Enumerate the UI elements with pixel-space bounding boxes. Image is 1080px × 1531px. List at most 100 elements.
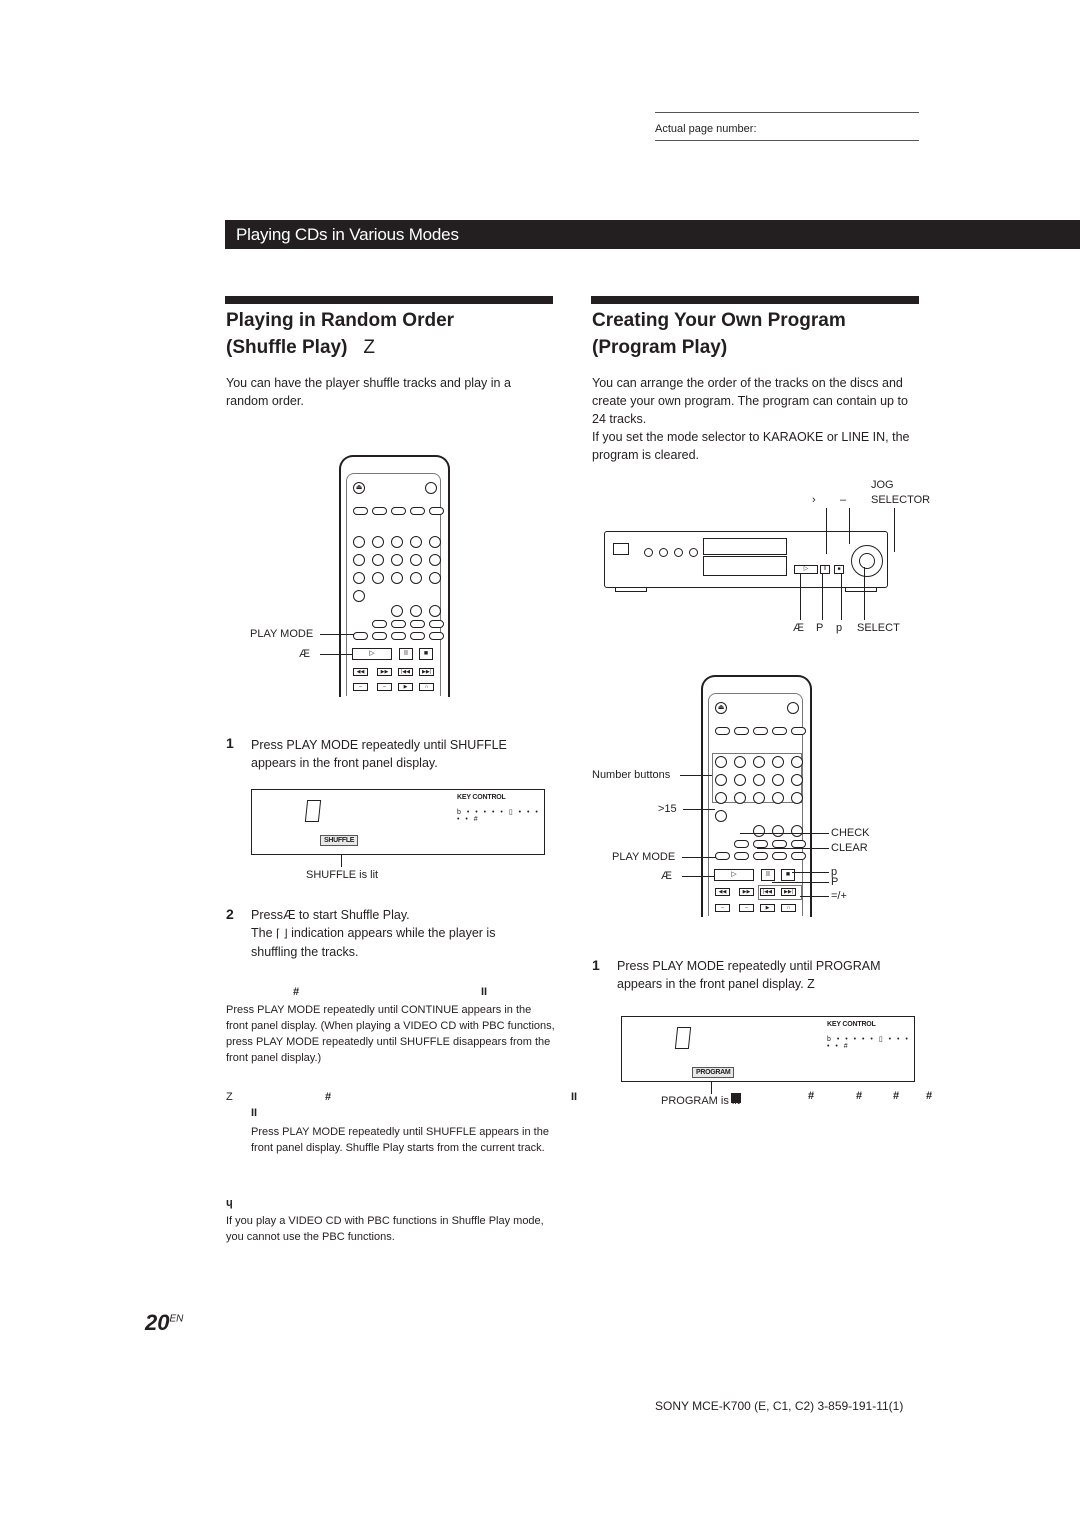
player-stop-label: p (836, 622, 843, 634)
pause-leader (772, 882, 829, 883)
remote-number-button-icon (410, 554, 422, 566)
note-icon: ɥ (226, 1197, 233, 1209)
right-intro2: If you set the mode selector to KARAOKE … (592, 430, 910, 462)
remote-prev-icon: |◀◀ (398, 668, 413, 676)
right-front-panel-display: KEY CONTROL b • • • • • ▯ • • • • • # PR… (621, 1016, 915, 1082)
left-remote-play-label: Æ (299, 648, 310, 660)
remote-oval-button-icon (372, 632, 387, 640)
remote-ff-icon: ▶▶ (377, 668, 392, 676)
remote-oval-button-icon (772, 840, 787, 848)
player-pause-label: P (816, 622, 824, 634)
remote-oval-button-icon (372, 620, 387, 628)
tip1-symbol-a: # (293, 986, 300, 998)
play-mode-button-icon (353, 632, 368, 640)
gt15-leader (683, 809, 715, 810)
remote-btn-c-icon: ▶ (398, 683, 413, 691)
left-heading-rule (225, 296, 553, 304)
key-control-scale: b • • • • • ▯ • • • • • # (457, 809, 540, 823)
remote-number-button-icon (372, 536, 384, 548)
tip2-symbol-c: II (251, 1107, 258, 1119)
right-heading-rule (591, 296, 919, 304)
left-step-2-text: PressÆ to start Shuffle Play. The ⌈ ⌋ in… (251, 906, 495, 961)
leader-select (864, 567, 865, 620)
remote-oval-button-icon (772, 727, 787, 735)
remote-number-button-icon (410, 536, 422, 548)
program-trailing-symbol-1: # (808, 1090, 815, 1102)
remote-oval-button-icon (791, 727, 806, 735)
remote-play-button-icon: ▷ (714, 869, 754, 881)
eject-button-icon: ⏏ (715, 702, 727, 714)
disc-tray-icon (703, 538, 787, 555)
play-mode-leader (320, 634, 354, 635)
model-footer: SONY MCE-K700 (E, C1, C2) 3-859-191-11(1… (655, 1399, 904, 1413)
leader-stop (841, 574, 842, 620)
player-play-label: Æ (793, 622, 804, 634)
remote-number-button-icon (429, 572, 441, 584)
right-step-1-number: 1 (592, 957, 600, 973)
remote-pause-button-icon: II (761, 869, 775, 881)
right-heading-line2: (Program Play) (592, 337, 728, 358)
right-remote-skip-label: =/+ (831, 890, 847, 902)
tip2-symbol-z: Z (226, 1091, 233, 1103)
player-top-label-a: › (812, 494, 816, 506)
jog-label: JOG (871, 479, 894, 491)
remote-oval-button-icon (753, 727, 768, 735)
right-heading-line1: Creating Your Own Program (592, 310, 846, 331)
right-step-1-line1: Press PLAY MODE repeatedly until PROGRAM (617, 959, 881, 973)
lcd-digit-icon (674, 1027, 692, 1049)
remote-number-button-icon (791, 756, 803, 768)
skip-leader (800, 896, 829, 897)
remote-stop-button-icon: ■ (781, 869, 795, 881)
remote-number-button-icon (372, 554, 384, 566)
left-step-2-line1: PressÆ to start Shuffle Play. (251, 908, 410, 922)
left-heading-line2: (Shuffle Play) (226, 337, 348, 358)
left-step-1-text: Press PLAY MODE repeatedly until SHUFFLE… (251, 736, 507, 772)
left-step-2-number: 2 (226, 906, 234, 922)
number-buttons-leader (680, 775, 712, 776)
remote-oval-button-icon (429, 632, 444, 640)
player-knob-2-icon (659, 548, 668, 557)
remote-rewind-icon: ◀◀ (715, 888, 730, 896)
shuffle-indicator: SHUFFLE (320, 835, 359, 846)
clear-leader (757, 848, 829, 849)
header-rule-top (655, 112, 919, 113)
remote-pause-button-icon: II (399, 648, 413, 660)
program-indicator: PROGRAM (692, 1067, 735, 1078)
page-number-value: 20 (145, 1310, 170, 1335)
right-intro: You can arrange the order of the tracks … (592, 376, 908, 426)
player-display-window-icon (613, 543, 629, 555)
remote-oval-button-icon (391, 620, 406, 628)
eject-button-icon: ⏏ (353, 482, 365, 494)
player-select-label: SELECT (857, 622, 900, 634)
remote-ff-icon: ▶▶ (739, 888, 754, 896)
left-step-1-line2: appears in the front panel display. (251, 756, 438, 770)
redaction-block-icon (731, 1093, 741, 1103)
player-stop-button-icon: ■ (834, 565, 844, 574)
remote-next-icon: ▶▶| (781, 888, 796, 896)
program-trailing-symbol-3: # (893, 1090, 900, 1102)
remote-number-button-icon (791, 774, 803, 786)
remote-number-button-icon (772, 774, 784, 786)
remote-round-button-icon (753, 825, 765, 837)
remote-oval-button-icon (410, 632, 425, 640)
remote-btn-d-icon: ∩ (781, 904, 796, 912)
page-number: 20EN (145, 1310, 183, 1336)
remote-rewind-icon: ◀◀ (353, 668, 368, 676)
tip2-text: Press PLAY MODE repeatedly until SHUFFLE… (251, 1126, 549, 1154)
remote-oval-button-icon (372, 507, 387, 515)
player-knob-4-icon (689, 548, 698, 557)
remote-oval-button-icon (353, 507, 368, 515)
leader-jog (894, 508, 895, 552)
remote-number-button-icon (391, 572, 403, 584)
power-button-icon (787, 702, 799, 714)
leader-play (800, 574, 801, 620)
right-remote-play-mode-label: PLAY MODE (612, 851, 676, 863)
remote-number-button-icon (353, 572, 365, 584)
remote-oval-button-icon (753, 840, 768, 848)
remote-oval-button-icon (410, 620, 425, 628)
remote-round-button-icon (791, 825, 803, 837)
program-caption-leader (711, 1082, 712, 1094)
key-control-label: KEY CONTROL (827, 1021, 876, 1028)
remote-number-button-icon (372, 572, 384, 584)
right-remote-pause-label: P (831, 876, 839, 888)
